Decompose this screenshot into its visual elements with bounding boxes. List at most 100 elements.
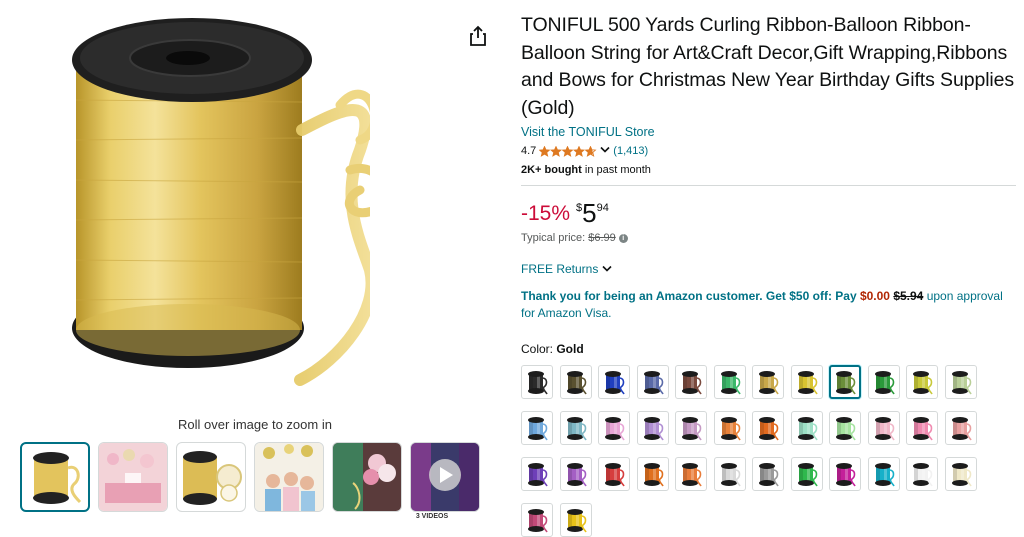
color-swatch[interactable] [944,365,977,399]
ribbon-spool-icon [720,463,741,487]
offer-pay-amount: $0.00 [859,289,890,303]
color-swatch[interactable] [829,457,861,491]
selected-color: Gold [556,342,584,356]
color-swatch[interactable] [752,365,784,399]
ribbon-spool-icon [874,463,895,487]
color-swatch[interactable] [790,457,823,491]
thumbnail-spool-closeup[interactable] [176,442,246,512]
ribbon-spool-icon [836,371,856,395]
thumbnail-balloon-arrangement[interactable] [332,442,402,512]
color-swatch[interactable] [944,411,977,445]
thumbnail-party-decor[interactable] [98,442,168,512]
zoom-hint: Roll over image to zoom in [178,417,332,432]
color-label: Color: Gold [521,342,584,356]
price-fraction: 94 [596,202,609,214]
chevron-down-icon [602,265,612,272]
color-swatch[interactable] [752,457,784,491]
color-swatch[interactable] [867,365,900,399]
rating-count[interactable]: (1,413) [613,145,648,157]
color-swatch[interactable] [521,457,553,491]
color-swatch[interactable] [598,411,630,445]
color-swatch[interactable] [559,411,592,445]
product-details: TONIFUL 500 Yards Curling Ribbon-Balloon… [521,12,1016,537]
color-swatch[interactable] [713,457,746,491]
color-swatch[interactable] [829,411,861,445]
ribbon-spool-icon [797,463,818,487]
ribbon-spool-icon [797,417,818,441]
color-swatch[interactable] [829,365,861,399]
ribbon-spool-icon [720,417,741,441]
ribbon-spool-icon [720,371,741,395]
color-swatch[interactable] [752,411,784,445]
color-swatch[interactable] [675,365,707,399]
thumbnail-video[interactable] [410,442,480,512]
ribbon-spool-icon [605,371,625,395]
ribbon-spool-icon [759,371,779,395]
ribbon-spool-icon [913,417,933,441]
color-swatch[interactable] [675,411,707,445]
color-swatch[interactable] [559,365,592,399]
ribbon-spool-icon [797,371,818,395]
color-swatch[interactable] [598,365,630,399]
color-swatch[interactable] [636,457,669,491]
color-swatch[interactable] [559,503,592,537]
color-swatch[interactable] [675,457,707,491]
store-link[interactable]: Visit the TONIFUL Store [521,125,655,139]
ribbon-spool-icon [759,463,779,487]
color-swatch[interactable] [521,411,553,445]
ribbon-spool-icon [643,463,664,487]
color-swatch[interactable] [636,365,669,399]
price-row: -15% $ 5 94 [521,200,1016,226]
ribbon-spool-icon [951,463,972,487]
visa-offer[interactable]: Thank you for being an Amazon customer. … [521,288,1016,322]
color-swatch[interactable] [906,457,938,491]
discount-percent: -15% [521,202,571,225]
color-swatch[interactable] [521,503,553,537]
thumbnail-strip [20,442,480,512]
color-swatch[interactable] [559,457,592,491]
share-icon[interactable] [468,25,488,47]
color-swatch[interactable] [521,365,553,399]
videos-label: 3 VIDEOS [415,513,449,520]
thumbnail-ribbon-spool[interactable] [20,442,90,512]
color-swatch[interactable] [906,365,938,399]
ribbon-spool-icon [566,509,587,533]
color-swatch[interactable] [944,457,977,491]
color-swatch[interactable] [790,411,823,445]
color-swatch[interactable] [906,411,938,445]
rating-stars [539,145,597,157]
color-swatch[interactable] [713,365,746,399]
ribbon-spool-icon [759,417,779,441]
chevron-down-icon[interactable] [600,145,610,157]
ribbon-spool-icon [605,417,625,441]
typical-price-value: $6.99 [588,232,616,244]
ribbon-spool-icon [951,371,972,395]
color-swatch[interactable] [598,457,630,491]
rating-row[interactable]: 4.7 (1,413) [521,145,1016,157]
color-swatches [521,365,1016,537]
free-returns[interactable]: FREE Returns [521,262,1016,276]
price-whole: 5 [582,198,597,228]
ribbon-spool-icon [874,417,895,441]
ribbon-spool-icon [528,371,548,395]
offer-old-amount: $5.94 [893,289,924,303]
bought-count: 2K+ bought [521,164,582,176]
color-swatch[interactable] [867,411,900,445]
product-title: TONIFUL 500 Yards Curling Ribbon-Balloon… [521,14,1015,119]
color-swatch[interactable] [713,411,746,445]
color-swatch[interactable] [636,411,669,445]
ribbon-spool-icon [682,463,702,487]
ribbon-spool-icon [605,463,625,487]
info-icon[interactable]: i [618,233,628,243]
typical-price: Typical price: $6.99 i [521,232,1016,244]
ribbon-spool-icon [836,463,856,487]
main-product-image[interactable] [40,10,391,410]
ribbon-spool-icon [913,463,933,487]
bought-in-past-month: 2K+ bought in past month [521,164,651,176]
ribbon-spool-icon [951,417,972,441]
color-swatch[interactable] [790,365,823,399]
thumbnail-kids-balloons[interactable] [254,442,324,512]
ribbon-spool-icon [836,417,856,441]
color-swatch[interactable] [867,457,900,491]
divider [521,185,1016,186]
